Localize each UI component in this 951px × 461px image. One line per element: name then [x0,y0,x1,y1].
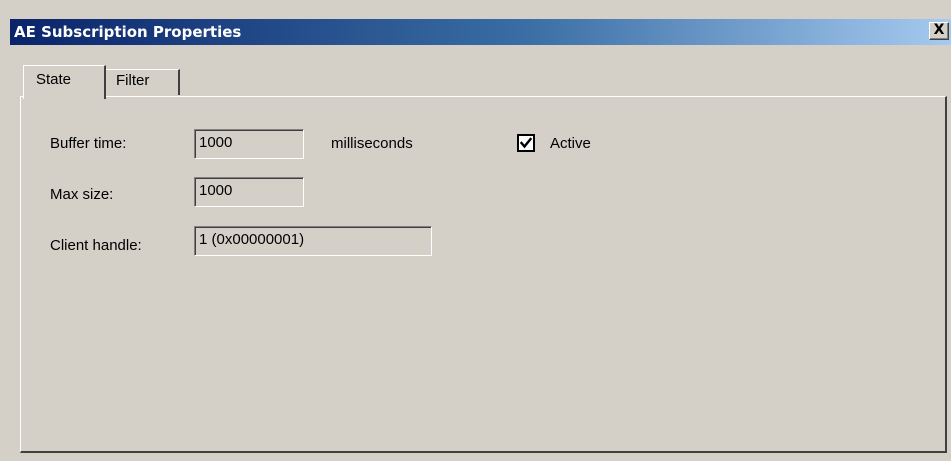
active-checkbox[interactable] [517,134,535,152]
milliseconds-unit-label: milliseconds [331,135,413,152]
client-handle-input[interactable]: 1 (0x00000001) [194,226,432,256]
max-size-label: Max size: [50,186,114,203]
checkmark-icon [519,137,533,149]
max-size-input[interactable]: 1000 [194,177,304,207]
state-form: Buffer time: 1000 milliseconds Active Ma… [0,0,951,461]
buffer-time-label: Buffer time: [50,135,127,152]
buffer-time-input[interactable]: 1000 [194,129,304,159]
client-handle-label: Client handle: [50,237,142,254]
properties-dialog: AE Subscription Properties X State Filte… [0,0,951,461]
active-label[interactable]: Active [550,135,591,153]
